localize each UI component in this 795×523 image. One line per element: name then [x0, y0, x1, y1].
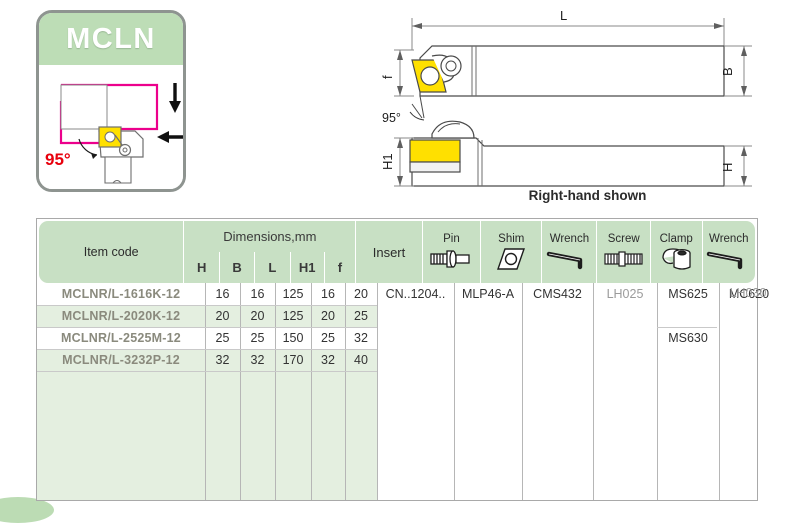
cell-H1: 20 — [321, 309, 335, 323]
table-row: MCLNR/L-2020K-12 — [61, 309, 181, 323]
header-dim-B: B — [219, 252, 254, 283]
header-dim-f: f — [323, 252, 356, 283]
dim-label-H: H — [720, 163, 735, 172]
dim-label-B: B — [720, 67, 735, 76]
table-row: MCLNR/L-1616K-12 — [61, 287, 181, 301]
header-dimensions-label: Dimensions,mm — [223, 229, 317, 244]
cell-H1: 25 — [321, 331, 335, 345]
cell-H1: 32 — [321, 353, 335, 367]
cell-H: 20 — [215, 309, 230, 323]
cell-screw-bottom: MS630 — [668, 331, 708, 345]
header-item-code: Item code — [39, 221, 183, 283]
tool-holder-drawing: L f B 95° H1 H — [380, 8, 752, 187]
header-dim-H: H — [197, 260, 207, 275]
clamp-icon — [659, 247, 693, 271]
technical-drawing: L f B 95° H1 H — [380, 0, 795, 210]
table-row: MCLNR/L-3232P-12 — [62, 353, 180, 367]
dim-label-L: L — [560, 8, 567, 23]
badge-title: MCLN — [66, 22, 156, 55]
cell-B: 32 — [250, 353, 265, 367]
pin-icon — [428, 247, 474, 271]
header-clamp: Clamp — [649, 221, 702, 283]
cell-B: 16 — [250, 287, 265, 301]
header-dim-L: L — [253, 252, 290, 283]
header-clamp-label: Clamp — [659, 233, 693, 245]
cell-B: 25 — [250, 331, 265, 345]
allen-wrench-icon — [706, 247, 752, 271]
screw-icon — [602, 247, 646, 271]
cell-H: 16 — [215, 287, 230, 301]
header-shim: Shim — [480, 221, 541, 283]
header-wrench-2: Wrench — [701, 221, 755, 283]
badge-header: MCLN — [39, 13, 183, 65]
header-screw: Screw — [596, 221, 649, 283]
header-wrench-1-label: Wrench — [549, 233, 590, 245]
cell-f: 40 — [354, 353, 368, 367]
cell-L: 125 — [282, 287, 304, 301]
cell-f: 32 — [354, 331, 368, 345]
badge-angle-label: 95° — [45, 150, 71, 169]
header-dimensions-group: Dimensions,mm H B L H1 f — [183, 221, 355, 283]
header-wrench-2-label: Wrench — [709, 233, 749, 245]
cell-screw-top: MS625 — [668, 287, 708, 301]
table-row: MCLNR/L-2525M-12 — [61, 331, 181, 345]
allen-wrench-icon — [546, 247, 592, 271]
cell-H1: 16 — [321, 287, 335, 301]
header-shim-label: Shim — [498, 233, 525, 245]
cell-L: 170 — [282, 353, 304, 367]
cell-B: 20 — [250, 309, 265, 323]
header-screw-label: Screw — [607, 233, 640, 245]
header-wrench-1: Wrench — [541, 221, 596, 283]
cell-H: 25 — [215, 331, 230, 345]
cell-shim: CMS432 — [533, 287, 582, 301]
drawing-caption: Right-hand shown — [528, 188, 647, 203]
cell-wrench-1: LH025 — [606, 287, 644, 301]
header-insert: Insert — [355, 221, 421, 283]
badge-illustration: 95° — [39, 65, 183, 189]
cell-f: 25 — [354, 309, 368, 323]
shim-icon — [496, 247, 526, 271]
cell-H: 32 — [215, 353, 230, 367]
specification-table: Item code Dimensions,mm H B L H1 f Inser… — [36, 218, 769, 501]
table-body: MCLNR/L-1616K-12 16 16 125 16 20 MCLNR/L… — [37, 283, 769, 500]
drawing-angle-label: 95° — [382, 111, 401, 125]
table-header-row: Item code Dimensions,mm H B L H1 f Inser… — [39, 221, 755, 283]
header-dim-H1: H1 — [289, 252, 324, 283]
header-insert-label: Insert — [372, 244, 406, 260]
cell-L: 150 — [282, 331, 304, 345]
header-pin: Pin — [421, 221, 481, 283]
badge-tool-diagram: 95° — [45, 83, 183, 184]
header-pin-label: Pin — [443, 233, 460, 245]
product-series-badge: MCLN 95° — [36, 10, 186, 192]
cell-f: 20 — [354, 287, 368, 301]
cell-clamp-spacer — [719, 283, 759, 305]
cell-pin: MLP46-A — [461, 287, 515, 301]
dim-label-f: f — [380, 75, 395, 79]
cell-insert: CN..1204.. — [385, 287, 446, 301]
dim-label-H1: H1 — [380, 153, 395, 170]
cell-L: 125 — [282, 309, 304, 323]
header-item-code-label: Item code — [83, 245, 139, 259]
